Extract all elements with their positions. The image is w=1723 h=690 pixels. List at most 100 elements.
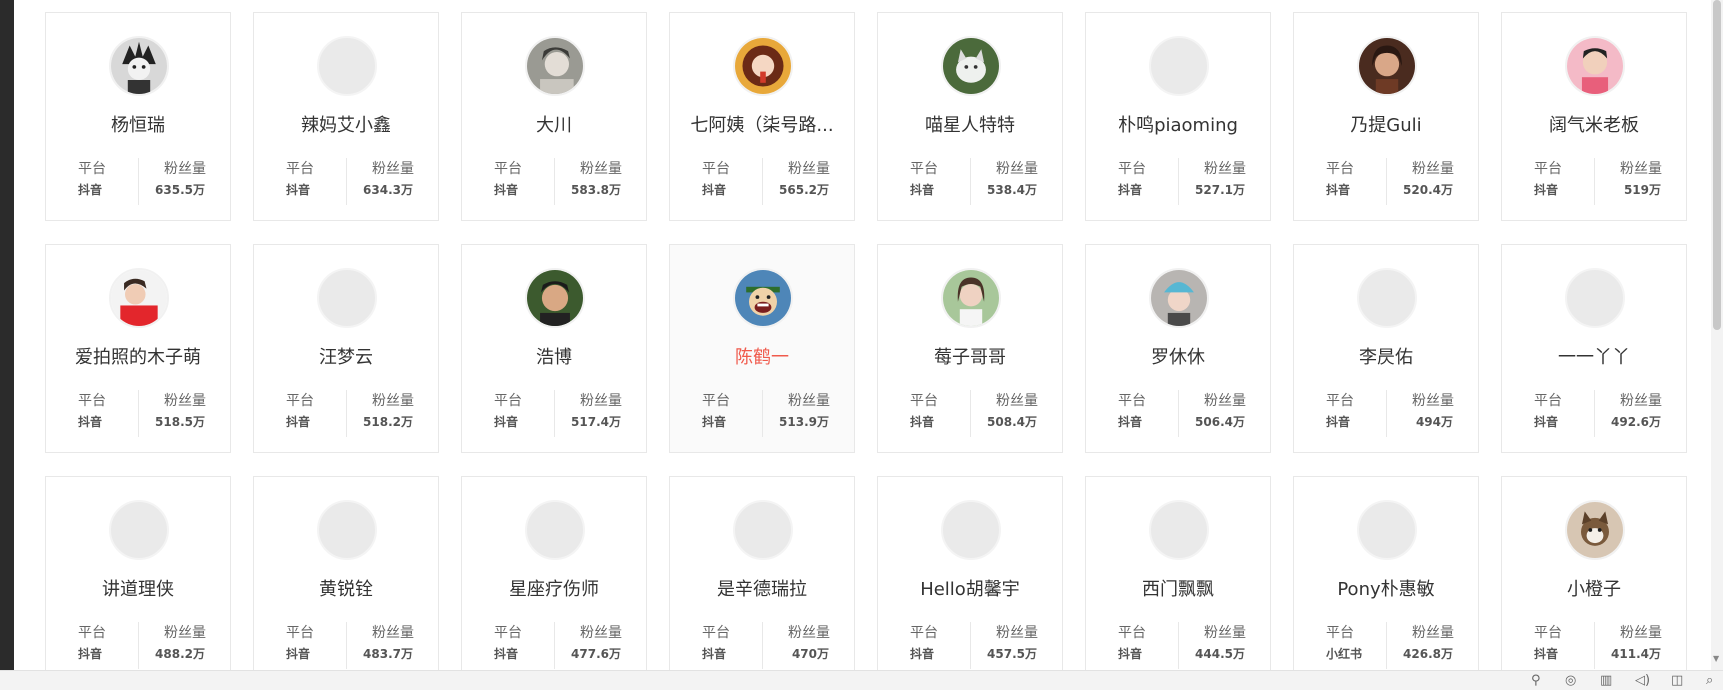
platform-label: 平台 [494,625,522,641]
influencer-name[interactable]: 喵星人特特 [884,111,1056,137]
influencer-name[interactable]: 大川 [468,111,640,137]
fans-value: 477.6万 [571,647,621,661]
influencer-name[interactable]: 小橙子 [1508,575,1680,601]
influencer-card[interactable]: 辣妈艾小鑫 平台 抖音 粉丝量 634.3万 [253,12,439,221]
influencer-card[interactable]: 大川 平台 抖音 粉丝量 583.8万 [461,12,647,221]
influencer-card[interactable]: 一一丫丫 平台 抖音 粉丝量 492.6万 [1501,244,1687,453]
fans-label: 粉丝量 [580,161,622,177]
platform-label: 平台 [1326,161,1354,177]
platform-label: 平台 [910,161,938,177]
platform-label: 平台 [78,161,106,177]
influencer-name[interactable]: 讲道理侠 [52,575,224,601]
influencer-card[interactable]: 小橙子 平台 抖音 粉丝量 411.4万 [1501,476,1687,685]
stat-divider [1594,158,1595,205]
influencer-name[interactable]: 浩博 [468,343,640,369]
influencer-name[interactable]: 是辛德瑞拉 [676,575,848,601]
fans-label: 粉丝量 [580,625,622,641]
influencer-card[interactable]: 朴鸣piaoming 平台 抖音 粉丝量 527.1万 [1085,12,1271,221]
influencer-name[interactable]: 汪梦云 [260,343,432,369]
stat-divider [346,622,347,669]
influencer-card[interactable]: 陈鹤一 平台 抖音 粉丝量 513.9万 [669,244,855,453]
fans-value: 494万 [1415,415,1453,429]
network-icon[interactable]: ◎ [1565,674,1576,687]
platform-label: 平台 [1118,161,1146,177]
avatar [1149,36,1209,96]
scroll-down-arrow-icon[interactable]: ▼ [1713,654,1719,663]
fans-label: 粉丝量 [164,625,206,641]
fans-value: 519万 [1623,183,1661,197]
influencer-card[interactable]: 喵星人特特 平台 抖音 粉丝量 538.4万 [877,12,1063,221]
platform-label: 平台 [1534,161,1562,177]
avatar [1149,500,1209,560]
influencer-card[interactable]: 西门飘飘 平台 抖音 粉丝量 444.5万 [1085,476,1271,685]
influencer-name[interactable]: 莓子哥哥 [884,343,1056,369]
avatar [109,268,169,328]
influencer-card[interactable]: 黄锐铨 平台 抖音 粉丝量 483.7万 [253,476,439,685]
influencer-card[interactable]: 汪梦云 平台 抖音 粉丝量 518.2万 [253,244,439,453]
fans-label: 粉丝量 [788,393,830,409]
fans-value: 470万 [791,647,829,661]
influencer-name[interactable]: Pony朴惠敏 [1300,575,1472,601]
fans-value: 634.3万 [363,183,413,197]
fans-value: 518.5万 [155,415,205,429]
influencer-card[interactable]: 杨恒瑞 平台 抖音 粉丝量 635.5万 [45,12,231,221]
platform-label: 平台 [494,161,522,177]
window-icon[interactable]: ◫ [1671,674,1683,687]
platform-label: 平台 [494,393,522,409]
influencer-card[interactable]: 七阿姨（柒号路... 平台 抖音 粉丝量 565.2万 [669,12,855,221]
influencer-card[interactable]: 讲道理侠 平台 抖音 粉丝量 488.2万 [45,476,231,685]
stat-divider [1178,390,1179,437]
stat-divider [346,158,347,205]
avatar [1149,268,1209,328]
platform-label: 平台 [78,625,106,641]
influencer-card[interactable]: Hello胡馨宇 平台 抖音 粉丝量 457.5万 [877,476,1063,685]
avatar [109,500,169,560]
influencer-card[interactable]: 乃提Guli 平台 抖音 粉丝量 520.4万 [1293,12,1479,221]
influencer-name[interactable]: 爱拍照的木子萌 [52,343,224,369]
influencer-name[interactable]: 李昃佑 [1300,343,1472,369]
influencer-card[interactable]: 李昃佑 平台 抖音 粉丝量 494万 [1293,244,1479,453]
chip-icon[interactable]: ▥ [1600,674,1612,687]
influencer-card[interactable]: 阔气米老板 平台 抖音 粉丝量 519万 [1501,12,1687,221]
fans-value: 508.4万 [987,415,1037,429]
influencer-name[interactable]: 阔气米老板 [1508,111,1680,137]
influencer-card[interactable]: 爱拍照的木子萌 平台 抖音 粉丝量 518.5万 [45,244,231,453]
influencer-name[interactable]: 乃提Guli [1300,111,1472,137]
fans-value: 520.4万 [1403,183,1453,197]
influencer-card[interactable]: 浩博 平台 抖音 粉丝量 517.4万 [461,244,647,453]
stat-divider [970,390,971,437]
search-icon[interactable]: ⌕ [1706,674,1713,687]
influencer-name[interactable]: 七阿姨（柒号路... [676,111,848,137]
stat-divider [1386,390,1387,437]
scrollbar-thumb[interactable] [1713,0,1721,330]
avatar [1565,268,1625,328]
influencer-name[interactable]: 星座疗伤师 [468,575,640,601]
influencer-name[interactable]: 陈鹤一 [676,343,848,369]
influencer-name[interactable]: 朴鸣piaoming [1092,111,1264,137]
pin-icon[interactable]: ⚲ [1531,674,1541,687]
speaker-icon[interactable]: ◁) [1635,674,1650,687]
influencer-name[interactable]: Hello胡馨宇 [884,575,1056,601]
influencer-name[interactable]: 罗休休 [1092,343,1264,369]
influencer-name[interactable]: 杨恒瑞 [52,111,224,137]
influencer-card[interactable]: 莓子哥哥 平台 抖音 粉丝量 508.4万 [877,244,1063,453]
influencer-name[interactable]: 西门飘飘 [1092,575,1264,601]
influencer-name[interactable]: 一一丫丫 [1508,343,1680,369]
stat-divider [762,622,763,669]
fans-label: 粉丝量 [996,161,1038,177]
platform-value: 抖音 [702,415,727,429]
influencer-name[interactable]: 辣妈艾小鑫 [260,111,432,137]
influencer-name[interactable]: 黄锐铨 [260,575,432,601]
window-left-edge [0,0,14,689]
avatar [317,268,377,328]
fans-value: 538.4万 [987,183,1037,197]
influencer-card[interactable]: Pony朴惠敏 平台 小红书 粉丝量 426.8万 [1293,476,1479,685]
influencer-card[interactable]: 罗休休 平台 抖音 粉丝量 506.4万 [1085,244,1271,453]
platform-value: 小红书 [1326,647,1363,661]
fans-label: 粉丝量 [788,625,830,641]
platform-label: 平台 [1326,393,1354,409]
influencer-card[interactable]: 是辛德瑞拉 平台 抖音 粉丝量 470万 [669,476,855,685]
platform-label: 平台 [1326,625,1354,641]
platform-label: 平台 [286,393,314,409]
influencer-card[interactable]: 星座疗伤师 平台 抖音 粉丝量 477.6万 [461,476,647,685]
